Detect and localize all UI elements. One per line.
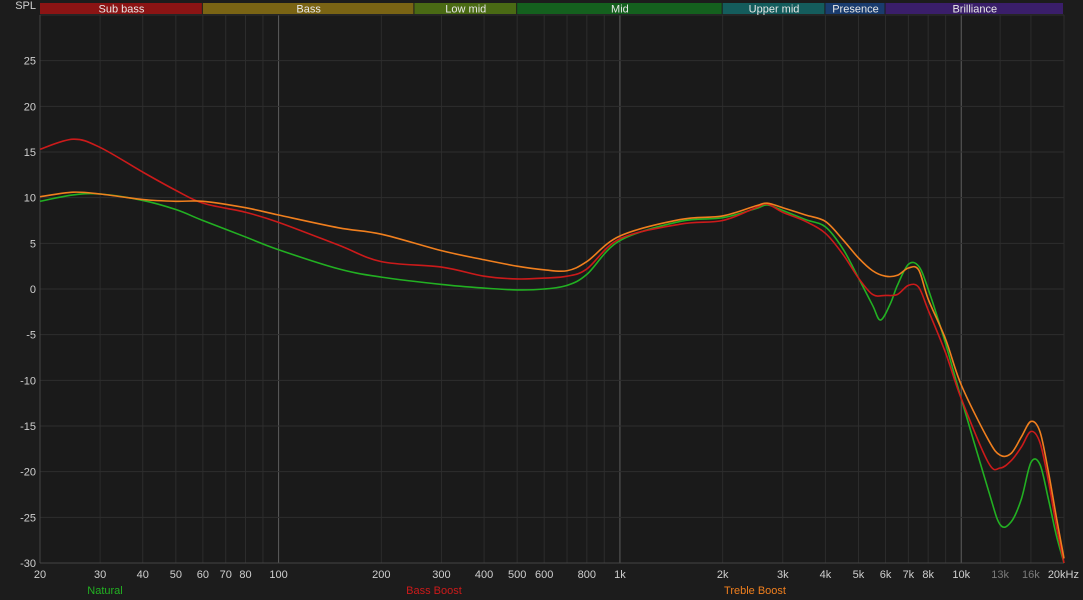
x-tick-label: 200 <box>372 569 390 581</box>
x-tick-label: 70 <box>220 569 232 581</box>
x-tick-label: 80 <box>239 569 251 581</box>
legend-item: Treble Boost <box>724 585 786 597</box>
legend: Natural Bass Boost Treble Boost <box>87 585 786 597</box>
x-tick-label: 100 <box>269 569 287 581</box>
x-tick-label: 8k <box>922 569 934 581</box>
frequency-bands: Sub bass Bass Low mid Mid Upper mid Presence B… <box>40 3 1063 16</box>
legend-item: Natural <box>87 585 122 597</box>
x-tick-label: 10k <box>952 569 970 581</box>
x-tick-label: 20 <box>34 569 46 581</box>
y-tick-label: 25 <box>24 56 36 68</box>
y-tick-label: 15 <box>24 147 36 159</box>
y-tick-label: -5 <box>26 330 36 342</box>
y-tick-label: 10 <box>24 193 36 205</box>
x-tick-label: 20kHz <box>1048 569 1079 581</box>
x-axis-ticks: 20 30 40 50 60 70 80 100 200 300 400 500 600 800 1k 2k 3… <box>34 569 1079 581</box>
x-tick-label: 16k <box>1022 569 1040 581</box>
x-tick-label: 3k <box>777 569 789 581</box>
x-tick-label: 2k <box>717 569 729 581</box>
band-label: Mid <box>611 4 629 16</box>
y-tick-label: -25 <box>20 512 36 524</box>
x-tick-label: 40 <box>137 569 149 581</box>
y-tick-label: -10 <box>20 375 36 387</box>
x-tick-label: 800 <box>578 569 596 581</box>
band-label: Upper mid <box>749 4 800 16</box>
y-tick-label: 0 <box>30 284 36 296</box>
x-tick-label: 600 <box>535 569 553 581</box>
x-tick-label: 500 <box>508 569 526 581</box>
x-tick-label: 4k <box>820 569 832 581</box>
x-tick-label: 13k <box>991 569 1009 581</box>
y-tick-label: 5 <box>30 238 36 250</box>
y-axis-label: SPL <box>15 0 36 12</box>
y-tick-label: -20 <box>20 467 36 479</box>
y-tick-label: -15 <box>20 421 36 433</box>
band-label: Brilliance <box>952 4 997 16</box>
x-tick-label: 1k <box>614 569 626 581</box>
band-label: Sub bass <box>98 4 144 16</box>
x-tick-label: 6k <box>880 569 892 581</box>
x-tick-label: 300 <box>432 569 450 581</box>
x-tick-label: 60 <box>197 569 209 581</box>
x-tick-label: 7k <box>903 569 915 581</box>
legend-item: Bass Boost <box>406 585 462 597</box>
x-tick-label: 5k <box>853 569 865 581</box>
y-axis-ticks: 2520151050-5-10-15-20-25-30 <box>20 56 36 570</box>
y-tick-label: 20 <box>24 101 36 113</box>
band-label: Presence <box>832 4 878 16</box>
frequency-response-chart: Sub bass Bass Low mid Mid Upper mid Presence B… <box>15 0 1079 597</box>
band-label: Bass <box>296 4 321 16</box>
band-label: Low mid <box>445 4 486 16</box>
x-tick-label: 50 <box>170 569 182 581</box>
x-tick-label: 30 <box>94 569 106 581</box>
x-tick-label: 400 <box>475 569 493 581</box>
